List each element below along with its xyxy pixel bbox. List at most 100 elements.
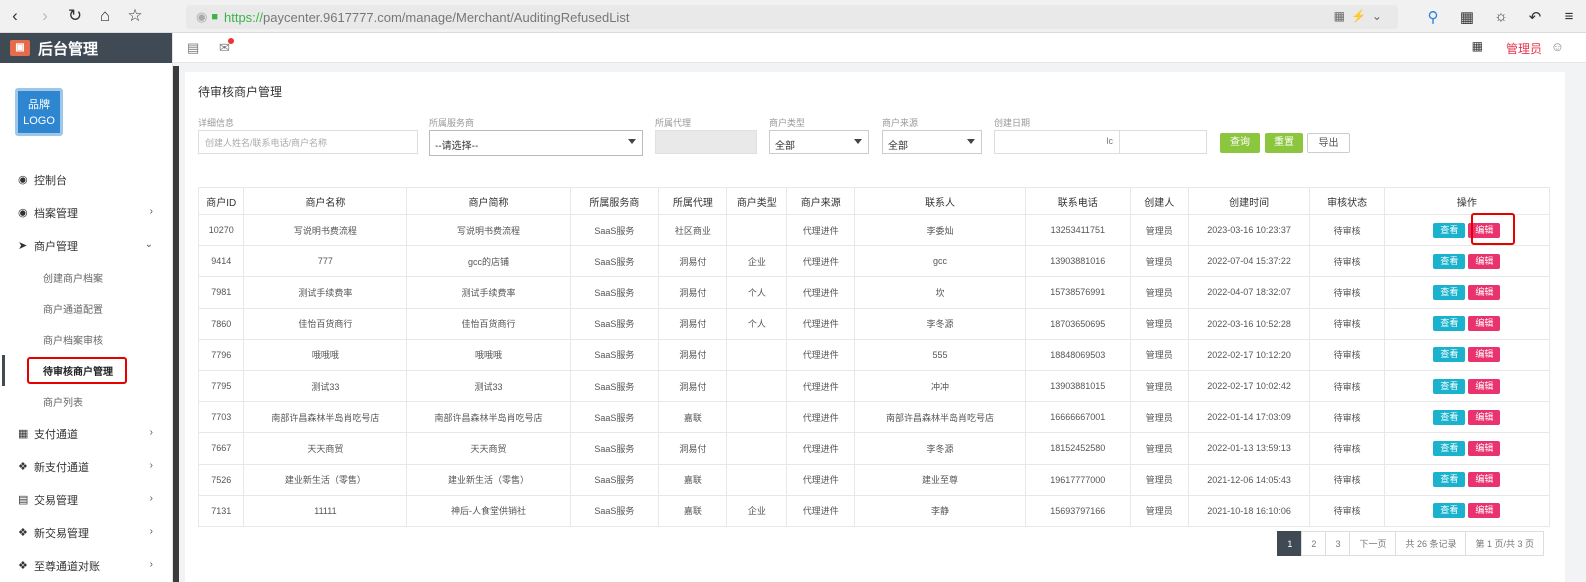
- edit-button[interactable]: 编辑: [1468, 503, 1501, 519]
- search-icon[interactable]: ⚲: [1416, 8, 1450, 26]
- sidebar-item-payment-channels[interactable]: ▦ 支付通道 ›: [0, 417, 173, 450]
- sidebar-subitem-create-merchant[interactable]: 创建商户档案: [0, 262, 173, 293]
- table-cell: 2022-03-16 10:52:28: [1187, 307, 1311, 340]
- brightness-icon[interactable]: ☼: [1484, 8, 1518, 25]
- edit-button[interactable]: 编辑: [1468, 347, 1501, 363]
- sidebar-item-merchants[interactable]: ➤ 商户管理 ⌄: [0, 229, 173, 262]
- table-cell: SaaS服务: [569, 401, 660, 434]
- chevron-right-icon: ›: [149, 206, 153, 217]
- sidebar-item-archives[interactable]: ◉ 档案管理 ›: [0, 196, 173, 229]
- edit-button[interactable]: 编辑: [1468, 472, 1501, 488]
- column-header: 创建时间: [1187, 187, 1311, 215]
- table-cell: 待审核: [1309, 463, 1385, 496]
- grid-icon[interactable]: ▦: [1472, 39, 1483, 53]
- source-label: 商户来源: [882, 118, 919, 128]
- date-start-input[interactable]: lc: [994, 130, 1120, 154]
- table-cell: 待审核: [1309, 307, 1385, 340]
- table-cell: [726, 432, 788, 465]
- type-select-value: 全部: [775, 141, 795, 152]
- table-cell: 7796: [197, 338, 245, 371]
- apps-icon[interactable]: ▦: [1450, 8, 1484, 26]
- refresh-icon[interactable]: ↻: [60, 0, 90, 33]
- home-icon[interactable]: ⌂: [90, 0, 120, 33]
- column-header: 所属代理: [658, 187, 728, 215]
- actions-cell: 查看 编辑: [1383, 338, 1551, 371]
- table-cell: 7703: [197, 401, 245, 434]
- sidebar-item-new-payment-channels[interactable]: ❖ 新支付通道 ›: [0, 450, 173, 483]
- admin-label[interactable]: 管理员: [1506, 40, 1542, 57]
- edit-button[interactable]: 编辑: [1468, 378, 1501, 394]
- sidebar-subitem-merchant-list[interactable]: 商户列表: [0, 386, 173, 417]
- table-cell: 777: [243, 245, 408, 278]
- edit-button[interactable]: 编辑: [1468, 284, 1501, 300]
- edit-button[interactable]: 编辑: [1468, 253, 1501, 269]
- view-button[interactable]: 查看: [1433, 440, 1466, 456]
- view-button[interactable]: 查看: [1433, 284, 1466, 300]
- star-icon[interactable]: ☆: [120, 0, 150, 33]
- merchant-table: 商户ID 商户名称 商户简称 所属服务商 所属代理 商户类型 商户来源 联系人 联系电话 创建人创…: [197, 187, 1551, 527]
- sidebar-item-reconciliation[interactable]: ❖ 至尊通道对账 ›: [0, 549, 173, 582]
- back-icon[interactable]: ‹: [0, 0, 30, 33]
- table-row: 7796 哦哦哦 哦哦哦 SaaS服务 洞易付 代理进件 555 18848069503 管理员…: [197, 338, 1551, 371]
- list-toggle-icon[interactable]: ▤: [187, 40, 199, 56]
- service-select[interactable]: --请选择--: [429, 130, 643, 156]
- table-cell: 7526: [197, 463, 245, 496]
- agent-label: 所属代理: [655, 118, 692, 128]
- page-3-button[interactable]: 3: [1325, 531, 1351, 556]
- table-cell: 建业至尊: [854, 463, 1026, 496]
- column-header: 商户名称: [243, 187, 408, 215]
- type-select[interactable]: 全部: [769, 130, 869, 154]
- detail-label: 详细信息: [198, 118, 235, 128]
- table-cell: 16666667001: [1024, 401, 1131, 434]
- edit-button[interactable]: 编辑: [1468, 409, 1501, 425]
- query-button[interactable]: 查询: [1220, 133, 1260, 153]
- detail-search-input[interactable]: 创建人姓名/联系电话/商户名称: [198, 130, 418, 154]
- table-cell: 2022-01-14 17:03:09: [1187, 401, 1311, 434]
- view-button[interactable]: 查看: [1433, 253, 1466, 269]
- edit-button[interactable]: 编辑: [1468, 316, 1501, 332]
- forward-icon[interactable]: ›: [30, 0, 60, 33]
- table-cell: 555: [854, 338, 1026, 371]
- table-cell: 写说明书费流程: [243, 213, 408, 247]
- view-button[interactable]: 查看: [1433, 316, 1466, 332]
- sidebar-item-transactions[interactable]: ▤ 交易管理 ›: [0, 483, 173, 516]
- table-cell: 嘉联: [658, 494, 728, 527]
- view-button[interactable]: 查看: [1433, 503, 1466, 519]
- view-button[interactable]: 查看: [1433, 347, 1466, 363]
- column-header: 商户类型: [726, 187, 788, 215]
- view-button[interactable]: 查看: [1433, 472, 1466, 488]
- reset-button[interactable]: 重置: [1265, 133, 1303, 153]
- menu-icon[interactable]: ≡: [1552, 8, 1586, 25]
- next-page-button[interactable]: 下一页: [1349, 531, 1397, 556]
- table-cell: [726, 401, 788, 434]
- address-bar[interactable]: ◉ ■ https:// paycenter.9617777.com/manag…: [186, 5, 1398, 29]
- sidebar-subitem-pending-review[interactable]: 待审核商户管理: [0, 355, 173, 386]
- view-button[interactable]: 查看: [1433, 409, 1466, 425]
- sidebar-scrollbar[interactable]: [173, 66, 179, 582]
- chevron-right-icon: ›: [149, 559, 153, 570]
- table-cell: 2022-04-07 18:32:07: [1187, 276, 1311, 309]
- sidebar-item-new-transactions[interactable]: ❖ 新交易管理 ›: [0, 516, 173, 549]
- chevron-right-icon: ›: [149, 526, 153, 537]
- date-end-input[interactable]: [1119, 130, 1207, 154]
- actions-cell: 查看 编辑: [1383, 463, 1551, 496]
- view-button[interactable]: 查看: [1433, 222, 1466, 238]
- table-cell: 7667: [197, 432, 245, 465]
- page-2-button[interactable]: 2: [1301, 531, 1327, 556]
- sidebar-subitem-channel-config[interactable]: 商户通道配置: [0, 293, 173, 324]
- sidebar-subitem-label: 创建商户档案: [43, 274, 103, 285]
- sidebar-subitem-archive-review[interactable]: 商户档案审核: [0, 324, 173, 355]
- user-icon[interactable]: ☺: [1551, 39, 1564, 54]
- sidebar-item-dashboard[interactable]: ◉ 控制台: [0, 163, 173, 196]
- logo-text-1: 品牌: [28, 99, 50, 111]
- page-1-button[interactable]: 1: [1277, 531, 1303, 556]
- table-cell: 13903881015: [1024, 369, 1131, 403]
- table-row: 7860 佳怡百货商行 佳怡百货商行 SaaS服务 洞易付 个人 代理进件 李冬源 187036…: [197, 307, 1551, 340]
- view-button[interactable]: 查看: [1433, 378, 1466, 394]
- export-button[interactable]: 导出: [1307, 133, 1350, 153]
- source-select[interactable]: 全部: [882, 130, 982, 154]
- undo-icon[interactable]: ↶: [1518, 8, 1552, 26]
- address-bar-actions-icon[interactable]: ▦⚡⌄: [1334, 9, 1388, 23]
- table-row: 7526 建业新生活（零售） 建业新生活（零售） SaaS服务 嘉联 代理进件 建业至尊 19…: [197, 463, 1551, 496]
- edit-button[interactable]: 编辑: [1468, 440, 1501, 456]
